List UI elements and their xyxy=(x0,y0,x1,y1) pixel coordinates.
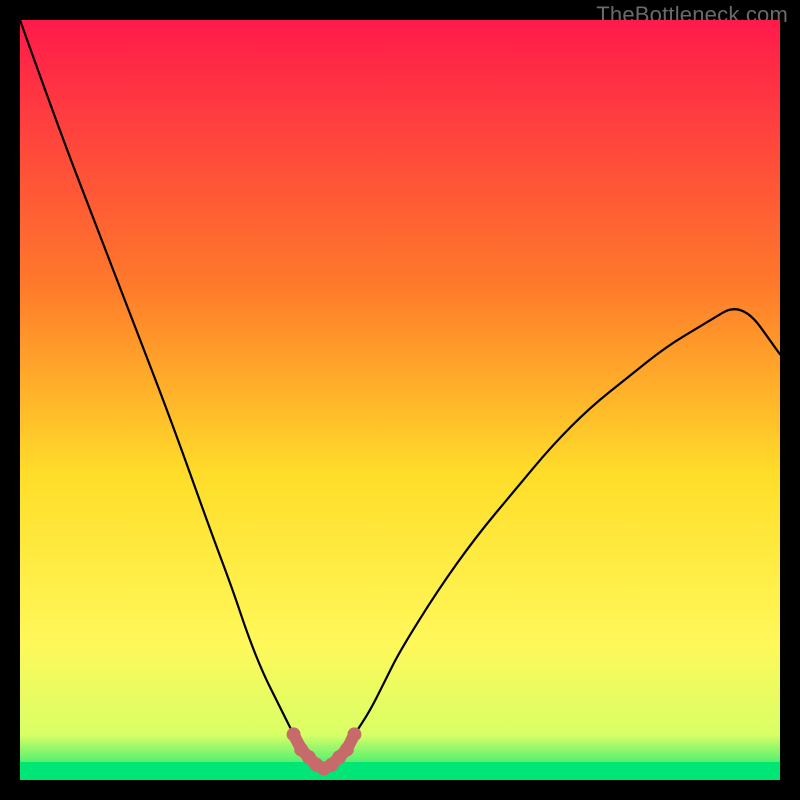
chart-frame: TheBottleneck.com xyxy=(0,0,800,800)
optimal-marker-dot xyxy=(340,743,354,757)
optimal-marker-dot xyxy=(287,727,301,741)
optimal-marker-dot xyxy=(347,727,361,741)
bottleneck-plot xyxy=(20,20,780,780)
plot-svg xyxy=(20,20,780,780)
green-band xyxy=(20,762,780,780)
gradient-background xyxy=(20,20,780,780)
